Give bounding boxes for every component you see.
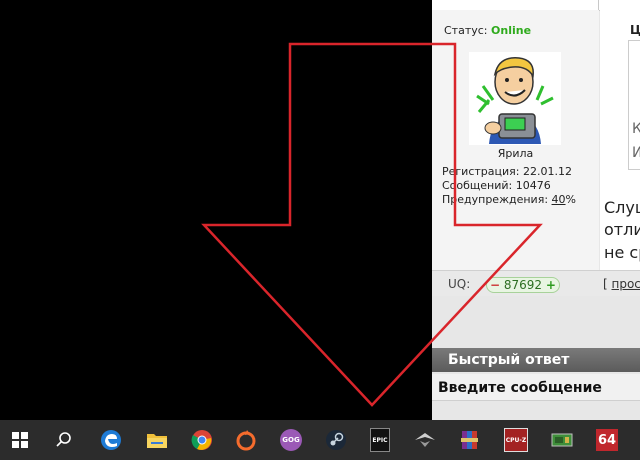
- origin-icon[interactable]: [226, 420, 266, 460]
- page-gap: [432, 296, 640, 346]
- post-action-link: [ прос: [603, 277, 640, 291]
- link-bracket: [: [603, 277, 612, 291]
- cpu-z-icon[interactable]: CPU-Z: [496, 420, 536, 460]
- quick-reply-title: Быстрый ответ: [448, 352, 570, 368]
- steam-icon[interactable]: [316, 420, 356, 460]
- quote-line-1: К: [632, 121, 640, 137]
- message-count: Сообщений: 10476: [442, 179, 551, 192]
- quote-line-2: И: [632, 145, 640, 161]
- view-link[interactable]: прос: [612, 277, 640, 291]
- windows-start-icon[interactable]: [0, 420, 40, 460]
- gog-galaxy-icon[interactable]: GOG: [271, 420, 311, 460]
- quote-header: Ц: [630, 23, 640, 37]
- post-text-line-3: не ср: [604, 243, 640, 262]
- status-online: Online: [491, 24, 532, 37]
- warnings: Предупреждения: 40%: [442, 193, 576, 206]
- desktop-background: [0, 0, 432, 420]
- aida64-icon[interactable]: 64: [587, 420, 627, 460]
- warnings-link[interactable]: 40: [552, 193, 566, 206]
- aorus-icon[interactable]: [405, 420, 445, 460]
- search-icon[interactable]: [44, 420, 84, 460]
- taskbar: GOG EPIC CPU-Z 64: [0, 420, 640, 460]
- post-text-line-1: Слуш: [604, 198, 640, 217]
- epic-games-icon[interactable]: EPIC: [360, 420, 400, 460]
- post-author-panel: Статус: Online Ярила Регистрация: 22.01.…: [432, 10, 599, 270]
- warnings-unit: %: [565, 193, 576, 206]
- chrome-icon[interactable]: [182, 420, 222, 460]
- forum-page: Статус: Online Ярила Регистрация: 22.01.…: [432, 0, 640, 420]
- user-status: Статус: Online: [444, 24, 531, 37]
- vault-boy-avatar-icon: [469, 52, 561, 145]
- uq-plus-button[interactable]: +: [546, 278, 556, 292]
- winrar-icon[interactable]: [450, 420, 490, 460]
- username[interactable]: Ярила: [432, 147, 599, 160]
- message-label: Введите сообщение: [438, 380, 602, 396]
- file-explorer-icon[interactable]: [137, 420, 177, 460]
- uq-label: UQ:: [448, 277, 471, 291]
- uq-rating-row: UQ: − 87692 + [ прос: [432, 270, 640, 297]
- edge-icon[interactable]: [91, 420, 131, 460]
- uq-value: 87692: [503, 278, 543, 292]
- registration-date: Регистрация: 22.01.12: [442, 165, 572, 178]
- uq-minus-button[interactable]: −: [490, 278, 500, 292]
- uq-badge: − 87692 +: [486, 277, 560, 293]
- gpu-z-icon[interactable]: [542, 420, 582, 460]
- warnings-label: Предупреждения:: [442, 193, 552, 206]
- post-text-line-2: отлич: [604, 220, 640, 239]
- page-bottom: [432, 401, 640, 420]
- user-avatar[interactable]: [469, 52, 561, 145]
- status-label: Статус:: [444, 24, 488, 37]
